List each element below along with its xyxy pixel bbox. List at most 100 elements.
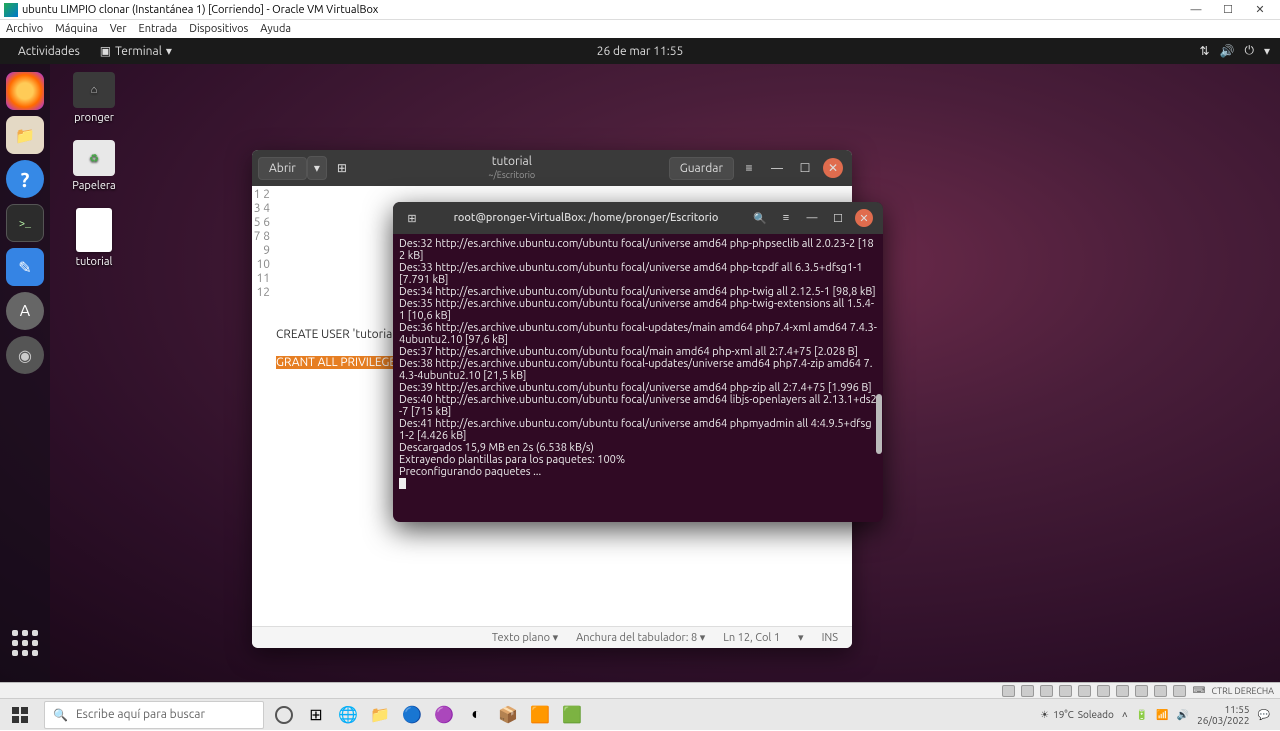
maximize-button[interactable]: ☐ [825, 206, 851, 230]
taskbar-search[interactable]: 🔍 Escribe aquí para buscar [44, 701, 264, 729]
dock-texteditor[interactable]: ✎ [6, 248, 44, 286]
vb-usb-icon[interactable] [1078, 685, 1091, 697]
host-key-indicator: CTRL DERECHA [1211, 686, 1274, 696]
keyboard-capture-icon[interactable]: ⌨ [1192, 685, 1205, 696]
vb-cpu-icon[interactable] [1154, 685, 1167, 697]
menu-maquina[interactable]: Máquina [55, 23, 98, 35]
save-button[interactable]: Guardar [669, 157, 734, 180]
taskbar-app2[interactable]: 🟧 [524, 699, 556, 731]
tray-clock[interactable]: 11:55 26/03/2022 [1197, 704, 1249, 726]
vb-display-icon[interactable] [1116, 685, 1129, 697]
ubuntu-dock: 📁 ? >_ ✎ A ◉ [0, 64, 50, 682]
vb-optical-icon[interactable] [1021, 685, 1034, 697]
new-tab-button[interactable]: ⊞ [329, 155, 355, 181]
virtualbox-icon [4, 3, 18, 17]
notifications-button[interactable]: 💬 [1258, 709, 1270, 721]
close-button[interactable]: ✕ [1244, 0, 1276, 20]
desktop-home-folder[interactable]: ⌂ pronger [64, 72, 124, 124]
terminal-headerbar[interactable]: ⊞ root@pronger-VirtualBox: /home/pronger… [393, 202, 883, 234]
minimize-button[interactable]: — [799, 206, 825, 230]
menu-archivo[interactable]: Archivo [6, 23, 43, 35]
maximize-button[interactable]: ☐ [1212, 0, 1244, 20]
menu-ver[interactable]: Ver [110, 23, 127, 35]
dock-disc[interactable]: ◉ [6, 336, 44, 374]
menu-ayuda[interactable]: Ayuda [260, 23, 291, 35]
icon-label: tutorial [76, 256, 113, 268]
chevron-down-icon[interactable]: ▾ [798, 631, 804, 644]
hamburger-menu-button[interactable]: ≡ [736, 155, 762, 181]
search-icon: 🔍 [53, 708, 68, 722]
desktop-file-tutorial[interactable]: tutorial [64, 208, 124, 268]
desktop-trash[interactable]: ♻ Papelera [64, 140, 124, 192]
ubuntu-desktop: Actividades ▣ Terminal ▾ 26 de mar 11:55… [0, 38, 1280, 682]
new-tab-button[interactable]: ⊞ [399, 206, 425, 230]
highlighted-text: GRANT ALL PRIVILEGES [276, 356, 402, 369]
hamburger-menu-button[interactable]: ≡ [773, 206, 799, 230]
trash-icon: ♻ [73, 140, 115, 176]
vb-shared-folders-icon[interactable] [1097, 685, 1110, 697]
vb-audio-icon[interactable] [1040, 685, 1053, 697]
taskbar-app1[interactable]: 🟣 [428, 699, 460, 731]
dock-apps-button[interactable] [6, 624, 44, 662]
dock-firefox[interactable] [6, 72, 44, 110]
taskbar-app3[interactable]: 🟩 [556, 699, 588, 731]
network-icon[interactable]: ⇅ [1199, 44, 1209, 58]
app-indicator[interactable]: ▣ Terminal ▾ [100, 44, 172, 58]
vb-recording-icon[interactable] [1135, 685, 1148, 697]
icon-label: pronger [74, 112, 114, 124]
vb-mouse-icon[interactable] [1173, 685, 1186, 697]
dock-terminal[interactable]: >_ [6, 204, 44, 242]
dock-updater[interactable]: A [6, 292, 44, 330]
syntax-mode-selector[interactable]: Texto plano ▾ [492, 631, 558, 644]
terminal-output[interactable]: Des:32 http://es.archive.ubuntu.com/ubun… [393, 234, 883, 522]
vb-network-icon[interactable] [1059, 685, 1072, 697]
terminal-cursor [399, 478, 406, 489]
taskbar-chrome[interactable]: 🔵 [396, 699, 428, 731]
close-button[interactable]: ✕ [851, 206, 877, 230]
close-button[interactable]: ✕ [820, 155, 846, 181]
cortana-button[interactable] [268, 699, 300, 731]
volume-icon[interactable]: 🔊 [1220, 44, 1235, 58]
taskbar-explorer[interactable]: 📁 [364, 699, 396, 731]
dock-files[interactable]: 📁 [6, 116, 44, 154]
taskbar-edge[interactable]: 🌐 [332, 699, 364, 731]
tray-wifi-icon[interactable]: 📶 [1156, 709, 1168, 721]
weather-widget[interactable]: ☀ 19°C Soleado [1040, 709, 1114, 721]
tray-volume-icon[interactable]: 🔊 [1177, 709, 1189, 721]
menu-dispositivos[interactable]: Dispositivos [189, 23, 248, 35]
tray-chevron-up-icon[interactable]: ˄ [1122, 709, 1128, 721]
sun-icon: ☀ [1040, 709, 1049, 721]
dock-help[interactable]: ? [6, 160, 44, 198]
gedit-headerbar[interactable]: Abrir ▾ ⊞ tutorial ~/Escritorio Guardar … [252, 150, 852, 186]
open-button[interactable]: Abrir [258, 157, 307, 180]
taskbar-virtualbox[interactable]: 📦 [492, 699, 524, 731]
tab-width-selector[interactable]: Anchura del tabulador: 8 ▾ [576, 631, 705, 644]
cursor-position: Ln 12, Col 1 [723, 632, 780, 644]
task-view-button[interactable]: ⊞ [300, 699, 332, 731]
insert-mode: INS [822, 632, 838, 644]
minimize-button[interactable]: — [1180, 0, 1212, 20]
virtualbox-menubar: Archivo Máquina Ver Entrada Dispositivos… [0, 20, 1280, 38]
start-button[interactable] [0, 699, 40, 731]
open-dropdown[interactable]: ▾ [307, 156, 327, 180]
scrollbar-thumb[interactable] [876, 394, 882, 454]
power-icon[interactable]: ⏻ [1244, 44, 1254, 58]
gnome-terminal-window: ⊞ root@pronger-VirtualBox: /home/pronger… [393, 202, 883, 522]
tray-battery-icon[interactable]: 🔋 [1136, 709, 1148, 721]
chevron-down-icon[interactable]: ▾ [1264, 44, 1270, 58]
file-icon [76, 208, 112, 252]
taskbar-steam[interactable]: ◐ [460, 699, 492, 731]
gnome-topbar: Actividades ▣ Terminal ▾ 26 de mar 11:55… [0, 38, 1280, 64]
window-title: ubuntu LIMPIO clonar (Instantánea 1) [Co… [22, 4, 378, 16]
minimize-button[interactable]: — [764, 155, 790, 181]
search-button[interactable]: 🔍 [747, 206, 773, 230]
windows-taskbar: 🔍 Escribe aquí para buscar ⊞ 🌐 📁 🔵 🟣 ◐ 📦… [0, 698, 1280, 730]
vb-hdd-icon[interactable] [1002, 685, 1015, 697]
clock[interactable]: 26 de mar 11:55 [597, 45, 684, 58]
maximize-button[interactable]: ☐ [792, 155, 818, 181]
activities-button[interactable]: Actividades [10, 43, 88, 60]
search-icon: 🔍 [753, 212, 767, 225]
menu-entrada[interactable]: Entrada [139, 23, 178, 35]
icon-label: Papelera [72, 180, 115, 192]
terminal-title: root@pronger-VirtualBox: /home/pronger/E… [425, 212, 747, 224]
